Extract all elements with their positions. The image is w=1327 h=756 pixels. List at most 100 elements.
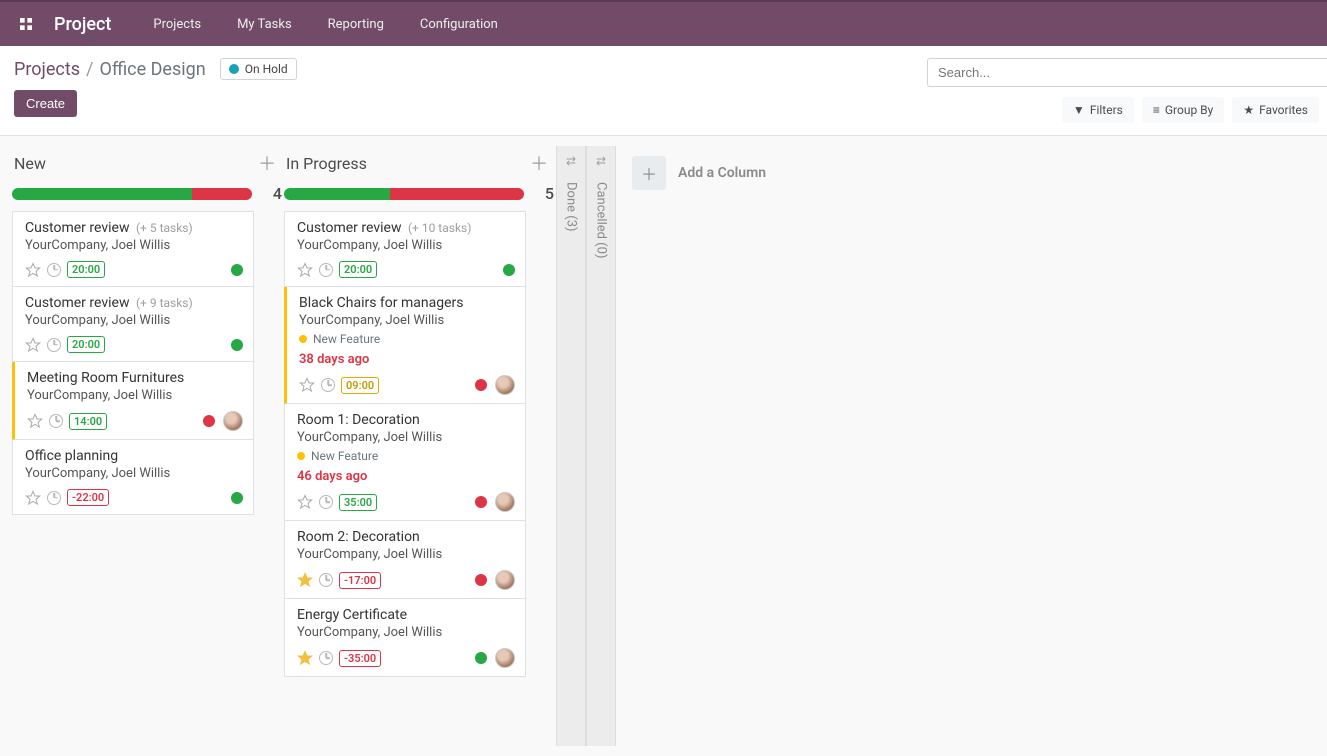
apps-icon[interactable] — [16, 14, 36, 34]
app-title[interactable]: Project — [54, 14, 111, 35]
assignee-avatar[interactable] — [223, 411, 243, 431]
state-dot[interactable] — [475, 652, 487, 664]
activity-icon[interactable] — [47, 263, 61, 277]
priority-star[interactable] — [297, 494, 313, 510]
nav-projects[interactable]: Projects — [139, 17, 215, 32]
card-title: Room 2: Decoration — [297, 529, 515, 545]
state-dot[interactable] — [475, 574, 487, 586]
activity-icon[interactable] — [319, 263, 333, 277]
status-badge[interactable]: On Hold — [220, 58, 297, 80]
kanban-card[interactable]: Room 2: Decoration YourCompany, Joel Wil… — [284, 521, 526, 599]
subtask-count: (+ 10 tasks) — [408, 221, 471, 235]
activity-icon[interactable] — [321, 378, 335, 392]
activity-icon[interactable] — [319, 573, 333, 587]
tag-row: New Feature — [299, 332, 515, 346]
kanban-card[interactable]: Office planning YourCompany, Joel Willis… — [12, 440, 254, 515]
card-company: YourCompany, Joel Willis — [25, 313, 243, 328]
state-dot[interactable] — [231, 339, 243, 351]
state-dot[interactable] — [475, 496, 487, 508]
assignee-avatar[interactable] — [495, 375, 515, 395]
search-input[interactable] — [927, 58, 1327, 87]
plus-icon[interactable]: ＋ — [632, 156, 666, 190]
favorites-button[interactable]: ★ Favorites — [1232, 97, 1319, 123]
assignee-avatar[interactable] — [495, 570, 515, 590]
groupby-button[interactable]: ≡ Group By — [1142, 97, 1224, 123]
kanban-card[interactable]: Room 1: Decoration YourCompany, Joel Wil… — [284, 404, 526, 521]
state-dot[interactable] — [475, 379, 487, 391]
kanban-card[interactable]: Customer review (+ 5 tasks) YourCompany,… — [12, 211, 254, 287]
priority-star[interactable] — [297, 572, 313, 588]
assignee-avatar[interactable] — [495, 492, 515, 512]
hours-badge: 20:00 — [67, 261, 105, 278]
priority-star[interactable] — [297, 650, 313, 666]
nav-my-tasks[interactable]: My Tasks — [223, 17, 306, 32]
hours-badge: 20:00 — [339, 261, 377, 278]
priority-star[interactable] — [25, 262, 41, 278]
breadcrumb-current: Office Design — [99, 59, 205, 80]
priority-star[interactable] — [25, 490, 41, 506]
state-dot[interactable] — [203, 415, 215, 427]
state-dot[interactable] — [503, 264, 515, 276]
activity-icon[interactable] — [47, 338, 61, 352]
expand-icon: ⇄ — [596, 154, 606, 168]
priority-star[interactable] — [27, 413, 43, 429]
state-dot[interactable] — [231, 264, 243, 276]
funnel-icon: ▼ — [1073, 103, 1085, 117]
priority-star[interactable] — [297, 262, 313, 278]
status-dot-icon — [229, 64, 239, 74]
assignee-avatar[interactable] — [495, 648, 515, 668]
progress-red[interactable] — [390, 188, 524, 200]
quick-create-icon[interactable]: ＋ — [252, 150, 282, 176]
activity-icon[interactable] — [47, 491, 61, 505]
column-title[interactable]: New — [14, 154, 46, 173]
progress-bar[interactable] — [284, 188, 524, 200]
card-title: Meeting Room Furnitures — [27, 370, 243, 386]
nav-configuration[interactable]: Configuration — [406, 17, 512, 32]
kanban-card[interactable]: Black Chairs for managers YourCompany, J… — [284, 287, 526, 404]
subtask-count: (+ 9 tasks) — [136, 296, 193, 310]
hours-badge: 09:00 — [341, 377, 379, 394]
activity-icon[interactable] — [49, 414, 63, 428]
column-title[interactable]: In Progress — [286, 154, 367, 173]
hours-badge: -22:00 — [67, 489, 109, 506]
card-company: YourCompany, Joel Willis — [25, 466, 243, 481]
card-company: YourCompany, Joel Willis — [297, 625, 515, 640]
progress-green[interactable] — [12, 188, 192, 200]
progress-red[interactable] — [192, 188, 252, 200]
groupby-label: Group By — [1165, 103, 1213, 117]
activity-icon[interactable] — [319, 495, 333, 509]
card-title: Energy Certificate — [297, 607, 515, 623]
state-dot[interactable] — [231, 492, 243, 504]
priority-star[interactable] — [25, 337, 41, 353]
kanban-card[interactable]: Customer review (+ 9 tasks) YourCompany,… — [12, 287, 254, 362]
progress-bar[interactable] — [12, 188, 252, 200]
kanban-card[interactable]: Meeting Room Furnitures YourCompany, Joe… — [12, 362, 254, 440]
column-count: 5 — [538, 184, 554, 203]
kanban-card[interactable]: Energy Certificate YourCompany, Joel Wil… — [284, 599, 526, 677]
hours-badge: 20:00 — [67, 336, 105, 353]
progress-green[interactable] — [284, 188, 390, 200]
tag-dot-icon — [297, 452, 305, 460]
nav-reporting[interactable]: Reporting — [314, 17, 398, 32]
tag-label: New Feature — [311, 449, 378, 463]
activity-icon[interactable] — [319, 651, 333, 665]
filters-button[interactable]: ▼ Filters — [1062, 97, 1134, 123]
folded-label: Done (3) — [564, 182, 579, 232]
folded-column-done[interactable]: ⇄ Done (3) — [556, 146, 586, 746]
hours-badge: 35:00 — [339, 494, 377, 511]
column-count: 4 — [266, 184, 282, 203]
breadcrumb-root[interactable]: Projects — [14, 59, 80, 80]
tag-label: New Feature — [313, 332, 380, 346]
create-button[interactable]: Create — [14, 90, 77, 117]
card-company: YourCompany, Joel Willis — [297, 430, 515, 445]
kanban-card[interactable]: Customer review (+ 10 tasks) YourCompany… — [284, 211, 526, 287]
kanban-board: New ＋ 4 Customer review (+ 5 tasks) Your… — [0, 136, 1327, 756]
favorites-label: Favorites — [1259, 103, 1308, 117]
top-nav: Project Projects My Tasks Reporting Conf… — [0, 0, 1327, 46]
priority-star[interactable] — [299, 377, 315, 393]
folded-column-cancelled[interactable]: ⇄ Cancelled (0) — [586, 146, 616, 746]
quick-create-icon[interactable]: ＋ — [524, 150, 554, 176]
add-column[interactable]: ＋ Add a Column — [616, 146, 782, 200]
kanban-column: New ＋ 4 Customer review (+ 5 tasks) Your… — [12, 146, 284, 515]
hours-badge: 14:00 — [69, 413, 107, 430]
